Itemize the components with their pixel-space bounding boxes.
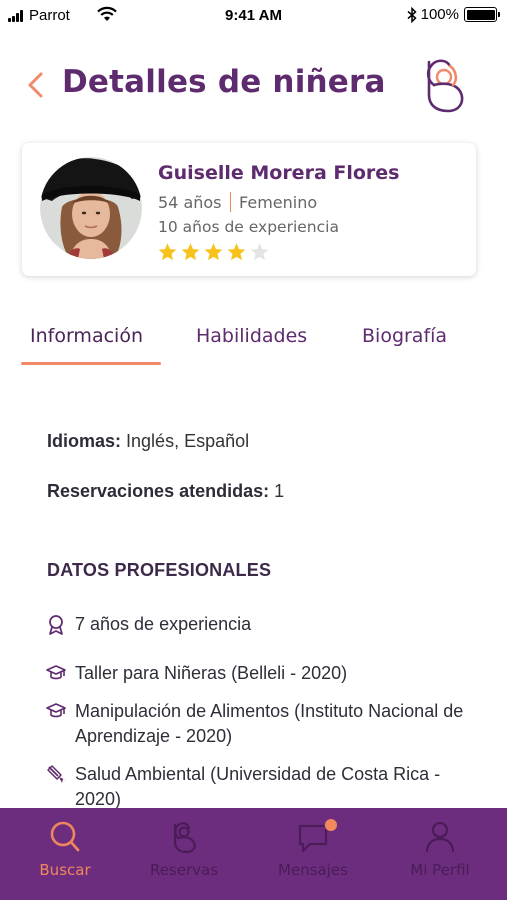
page-title: Detalles de niñera xyxy=(62,64,386,100)
nav-label: Reservas xyxy=(149,861,219,879)
babysitter-name: Guiselle Morera Flores xyxy=(158,162,400,184)
tab-informacion[interactable]: Información xyxy=(30,325,143,347)
languages-value: Inglés, Español xyxy=(126,431,250,451)
nav-item-mensajes[interactable]: Mensajes xyxy=(250,808,376,900)
star-empty-icon xyxy=(250,243,269,261)
bookings-value: 1 xyxy=(274,481,285,501)
nav-label: Buscar xyxy=(39,861,91,879)
certificate-icon xyxy=(47,765,66,783)
list-item: Taller para Niñeras (Belleli - 2020) xyxy=(46,661,465,686)
nav-label: Mensajes xyxy=(278,861,348,879)
star-filled-icon xyxy=(158,243,177,261)
award-icon xyxy=(49,615,63,635)
bookings-row: Reservaciones atendidas: 1 xyxy=(47,481,284,502)
search-icon xyxy=(50,821,80,852)
experience-years: 10 años de experiencia xyxy=(158,218,339,236)
list-item-text: Manipulación de Alimentos (Instituto Nac… xyxy=(75,701,464,746)
rating-stars xyxy=(157,242,272,262)
babysitter-profile-card: Guiselle Morera Flores 54 años Femenino … xyxy=(22,143,476,276)
list-item-text: Taller para Niñeras (Belleli - 2020) xyxy=(75,663,348,683)
nav-item-mi-perfil[interactable]: Mi Perfil xyxy=(377,808,503,900)
list-item: Manipulación de Alimentos (Instituto Nac… xyxy=(46,699,465,749)
age: 54 años xyxy=(158,192,222,212)
notification-badge xyxy=(324,818,338,832)
nav-label: Mi Perfil xyxy=(410,861,470,879)
section-title: DATOS PROFESIONALES xyxy=(47,560,272,580)
tab-habilidades[interactable]: Habilidades xyxy=(196,325,307,347)
status-bar: Parrot 9:41 AM 100% xyxy=(0,0,507,32)
list-item: Salud Ambiental (Universidad de Costa Ri… xyxy=(46,762,465,812)
list-item-text: Salud Ambiental (Universidad de Costa Ri… xyxy=(75,764,441,809)
bookings-label: Reservaciones atendidas: xyxy=(47,481,270,501)
bottom-navigation: Buscar Reservas Mensajes Mi Perfil xyxy=(0,808,507,900)
age-gender-row: 54 años Femenino xyxy=(158,192,317,212)
profile-icon xyxy=(425,821,455,853)
avatar xyxy=(40,157,142,259)
graduation-cap-icon xyxy=(46,665,66,680)
divider xyxy=(229,192,232,212)
star-filled-icon xyxy=(227,243,246,261)
bookings-icon xyxy=(173,822,196,854)
battery-percent: 100% xyxy=(420,6,459,23)
nav-item-buscar[interactable]: Buscar xyxy=(2,808,128,900)
babysitter-logo-icon xyxy=(426,59,464,113)
languages-label: Idiomas: xyxy=(47,431,122,451)
list-item: 7 años de experiencia xyxy=(46,612,465,637)
list-item-text: 7 años de experiencia xyxy=(75,614,252,634)
chevron-left-icon[interactable] xyxy=(24,70,48,100)
bluetooth-icon xyxy=(407,6,417,23)
graduation-cap-icon xyxy=(46,703,66,718)
battery-group: 100% xyxy=(407,6,500,23)
tab-biografia[interactable]: Biografía xyxy=(362,325,447,347)
active-tab-indicator xyxy=(21,362,161,365)
languages-row: Idiomas: Inglés, Español xyxy=(47,431,249,452)
battery-icon xyxy=(464,7,500,22)
nav-item-reservas[interactable]: Reservas xyxy=(121,808,247,900)
star-filled-icon xyxy=(181,243,200,261)
gender: Femenino xyxy=(239,192,318,212)
star-filled-icon xyxy=(204,243,223,261)
